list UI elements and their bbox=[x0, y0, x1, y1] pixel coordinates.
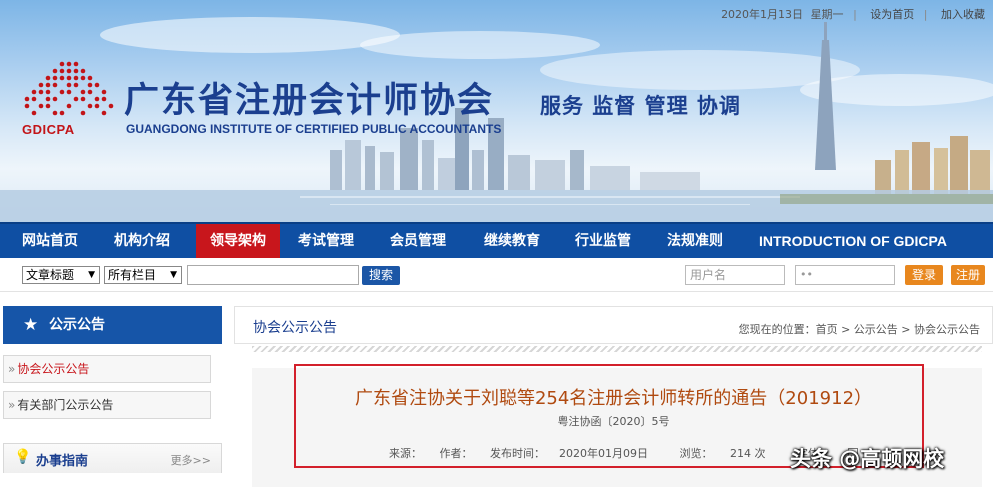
sidebar-item-association-notices[interactable]: » 协会公示公告 bbox=[3, 355, 211, 383]
double-chevron-icon: » bbox=[8, 362, 16, 376]
bookmark-link[interactable]: 加入收藏 bbox=[941, 8, 985, 21]
gdicpa-logo-icon bbox=[24, 61, 114, 116]
article-doc-number: 粤注协函〔2020〕5号 bbox=[557, 415, 670, 428]
link-separator: | bbox=[923, 8, 928, 21]
top-links: 2020年1月13日 星期一 | 设为首页 | 加入收藏 bbox=[717, 6, 985, 22]
article-title: 广东省注协关于刘聪等254名注册会计师转所的通告（201912） bbox=[354, 388, 873, 409]
set-homepage-link[interactable]: 设为首页 bbox=[870, 8, 914, 21]
sidebar-item-label: 协会公示公告 bbox=[17, 362, 90, 376]
register-button[interactable]: 注册 bbox=[951, 265, 985, 285]
nav-item-introduction[interactable]: INTRODUCTION OF GDICPA bbox=[759, 224, 947, 258]
search-column-value: 所有栏目 bbox=[108, 268, 157, 282]
search-column-select[interactable]: 所有栏目 ▼ bbox=[104, 266, 182, 284]
service-guide-panel: 💡 办事指南 更多>> bbox=[3, 443, 222, 473]
org-name-chinese: 广东省注册会计师协会 bbox=[124, 80, 495, 121]
username-input[interactable]: 用户名 bbox=[685, 265, 785, 285]
publish-label: 发布时间： bbox=[490, 447, 545, 460]
nav-item-exam[interactable]: 考试管理 bbox=[298, 224, 354, 258]
sidebar-header: ★ 公示公告 bbox=[3, 306, 222, 344]
current-date: 2020年1月13日 bbox=[721, 8, 804, 21]
main-nav: 网站首页 机构介绍 领导架构 考试管理 会员管理 继续教育 行业监管 法规准则 … bbox=[0, 222, 993, 258]
current-weekday: 星期一 bbox=[810, 8, 844, 21]
article-publish-date: 发布时间： 2020年01月09日 bbox=[490, 447, 662, 460]
nav-item-leadership[interactable]: 领导架构 bbox=[196, 224, 280, 258]
views-label: 浏览： bbox=[679, 447, 713, 460]
service-guide-more-link[interactable]: 更多>> bbox=[171, 452, 211, 468]
double-chevron-icon: » bbox=[8, 398, 16, 412]
header-banner: 2020年1月13日 星期一 | 设为首页 | 加入收藏 GDICPA 广东省注… bbox=[0, 0, 993, 222]
nav-item-education[interactable]: 继续教育 bbox=[484, 224, 540, 258]
sidebar-title: 公示公告 bbox=[49, 317, 105, 333]
sidebar-item-department-notices[interactable]: » 有关部门公示公告 bbox=[3, 391, 211, 419]
nav-item-regulations[interactable]: 法规准则 bbox=[667, 224, 723, 258]
dropdown-arrow-icon: ▼ bbox=[88, 270, 95, 280]
nav-item-supervision[interactable]: 行业监管 bbox=[575, 224, 631, 258]
org-slogan: 服务 监督 管理 协调 bbox=[540, 94, 741, 118]
logo-abbreviation: GDICPA bbox=[22, 122, 75, 137]
breadcrumb: 您现在的位置：首页 > 公示公告 > 协会公示公告 bbox=[738, 323, 980, 336]
sidebar-item-label: 有关部门公示公告 bbox=[17, 398, 114, 412]
article-author-label: 作者： bbox=[439, 447, 473, 460]
login-button[interactable]: 登录 bbox=[905, 265, 943, 285]
section-header: 协会公示公告 您现在的位置：首页 > 公示公告 > 协会公示公告 bbox=[234, 306, 993, 344]
sidebar: ★ 公示公告 » 协会公示公告 » 有关部门公示公告 💡 办事指南 更多>> bbox=[0, 300, 222, 487]
search-bar: 文章标题 ▼ 所有栏目 ▼ 搜索 用户名 •• 登录 注册 bbox=[0, 258, 993, 292]
divider-stripe bbox=[252, 346, 982, 352]
nav-item-members[interactable]: 会员管理 bbox=[390, 224, 446, 258]
watermark: 头条 @高顿网校 bbox=[790, 447, 945, 471]
search-button[interactable]: 搜索 bbox=[362, 266, 400, 285]
link-separator: | bbox=[853, 8, 857, 21]
publish-date-value: 2020年01月09日 bbox=[559, 447, 648, 460]
article-views: 浏览： 214 次 bbox=[680, 447, 780, 460]
views-count: 214 次 bbox=[730, 447, 766, 460]
service-guide-title: 办事指南 bbox=[36, 454, 89, 469]
nav-item-about[interactable]: 机构介绍 bbox=[114, 224, 170, 258]
article-source-label: 来源： bbox=[389, 447, 422, 460]
lightbulb-icon: 💡 bbox=[14, 449, 32, 465]
search-type-select[interactable]: 文章标题 ▼ bbox=[22, 266, 100, 284]
star-icon: ★ bbox=[23, 315, 39, 335]
section-title: 协会公示公告 bbox=[253, 320, 337, 336]
nav-item-home[interactable]: 网站首页 bbox=[22, 224, 78, 258]
dropdown-arrow-icon: ▼ bbox=[170, 270, 177, 280]
password-input[interactable]: •• bbox=[795, 265, 895, 285]
search-keyword-input[interactable] bbox=[187, 265, 359, 285]
org-name-english: GUANGDONG INSTITUTE OF CERTIFIED PUBLIC … bbox=[126, 122, 502, 136]
search-type-value: 文章标题 bbox=[26, 268, 75, 282]
